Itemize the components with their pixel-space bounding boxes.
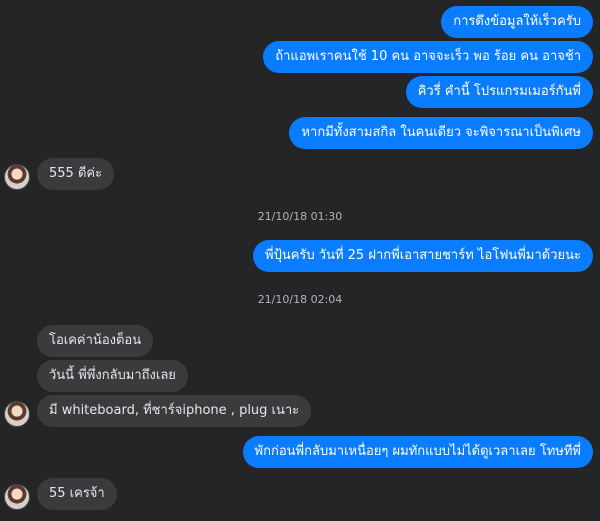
contact-avatar[interactable] — [4, 401, 30, 427]
outgoing-message[interactable]: หากมีทั้งสามสกิล ในคนเดียว จะพิจารณาเป็น… — [289, 117, 593, 149]
contact-avatar[interactable] — [4, 484, 30, 510]
chat-thread: การดึงข้อมูลให้เร็วครับ ถ้าแอพเราคนใช้ 1… — [0, 0, 600, 521]
outgoing-message[interactable]: พักก่อนพี่กลับมาเหนื่อยๆ ผมทักแบบไม่ได้ด… — [242, 436, 593, 468]
outgoing-message[interactable]: การดึงข้อมูลให้เร็วครับ — [441, 6, 593, 38]
incoming-message[interactable]: วันนี้ พี่พึ่งกลับมาถึงเลย — [37, 360, 188, 392]
incoming-message[interactable]: มี whiteboard, ที่ชาร์จiphone , plug เนา… — [37, 395, 312, 427]
outgoing-message[interactable]: คิวรี่ คำนี้ โปรแกรมเมอร์กันพี่ — [405, 76, 593, 108]
message-timestamp: 21/10/18 02:04 — [257, 293, 343, 306]
incoming-message[interactable]: 55 เครจ้า — [37, 478, 117, 510]
incoming-message[interactable]: 555 ดีค่ะ — [37, 158, 115, 190]
incoming-message[interactable]: โอเคค่าน้องต็อน — [37, 325, 154, 357]
message-timestamp: 21/10/18 01:30 — [257, 210, 343, 223]
outgoing-message[interactable]: พี่ปุ้นครับ วันที่ 25 ฝากพี่เอาสายชาร์ท … — [253, 240, 593, 272]
outgoing-message[interactable]: ถ้าแอพเราคนใช้ 10 คน อาจจะเร็ว พอ ร้อย ค… — [263, 41, 593, 73]
contact-avatar[interactable] — [4, 164, 30, 190]
